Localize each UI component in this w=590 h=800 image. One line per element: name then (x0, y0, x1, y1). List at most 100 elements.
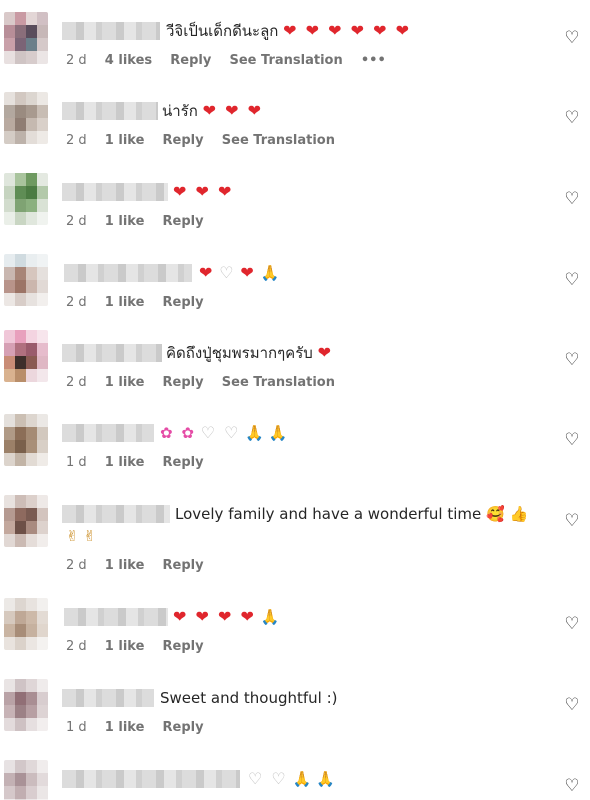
avatar[interactable] (4, 679, 48, 731)
comment-item: ❤ ❤ ❤ ❤ 🙏 2 d 1 like Reply ♡ (0, 598, 590, 668)
comment-time: 2 d (66, 53, 87, 68)
heart-emoji: ❤ (240, 263, 256, 282)
heart-outline-icon[interactable]: ♡ (564, 272, 580, 289)
comment-text-row: ♡ ♡ 🙏 🙏 (248, 768, 335, 790)
comment-item: Lovely family and have a wonderful time … (0, 495, 590, 585)
comment-item: วีจิเป็นเด็กดีนะลูก ❤ ❤ ❤ ❤ ❤ ❤ 2 d 4 li… (0, 12, 590, 82)
likes-count[interactable]: 1 like (105, 558, 145, 573)
comment-item: ❤ ♡ ❤ 🙏 2 d 1 like Reply ♡ (0, 254, 590, 324)
see-translation-button[interactable]: See Translation (222, 375, 335, 390)
heart-outline-icon[interactable]: ♡ (564, 352, 580, 369)
avatar[interactable] (4, 414, 48, 466)
likes-count[interactable]: 1 like (105, 639, 145, 654)
comment-text-row: ✿ ✿ ♡ ♡ 🙏 🙏 (160, 422, 287, 444)
username-blurred[interactable] (62, 689, 154, 707)
comment-item: คิดถึงปู่ชุมพรมากๆครับ ❤ 2 d 1 like Repl… (0, 330, 590, 404)
comment-meta: 2 d 4 likes Reply See Translation ••• (66, 53, 400, 68)
comment-text-row: ❤ ♡ ❤ 🙏 (199, 262, 279, 284)
avatar[interactable] (4, 173, 48, 225)
comment-meta: 2 d 1 like Reply (66, 214, 218, 229)
see-translation-button[interactable]: See Translation (230, 53, 343, 68)
heart-outline-icon[interactable]: ♡ (564, 616, 580, 633)
username-blurred[interactable] (62, 22, 160, 40)
heart-outline-icon[interactable]: ♡ (564, 778, 580, 795)
white-heart-emoji: ♡ ♡ (200, 423, 241, 442)
username-blurred[interactable] (62, 770, 240, 788)
heart-emoji: ❤ ❤ ❤ (173, 182, 234, 201)
likes-count[interactable]: 1 like (105, 455, 145, 470)
praying-hands-emoji: 🙏 (260, 264, 280, 282)
comment-time: 2 d (66, 133, 87, 148)
comment-time: 1 d (66, 720, 87, 735)
comment-meta: 2 d 1 like Reply See Translation (66, 133, 349, 148)
comment-text: น่ารัก (162, 102, 198, 120)
heart-emoji: ❤ ❤ ❤ (202, 101, 263, 120)
victory-hand-emoji: ✌ ✌ (66, 527, 96, 545)
likes-count[interactable]: 1 like (105, 214, 145, 229)
heart-outline-icon[interactable]: ♡ (564, 191, 580, 208)
username-blurred[interactable] (62, 424, 154, 442)
avatar[interactable] (4, 12, 48, 64)
username-blurred[interactable] (62, 505, 170, 523)
more-options-icon[interactable]: ••• (361, 53, 386, 68)
see-translation-button[interactable]: See Translation (222, 133, 335, 148)
username-blurred[interactable] (64, 608, 168, 626)
comment-text: คิดถึงปู่ชุมพรมากๆครับ (166, 344, 313, 362)
comment-item: Sweet and thoughtful :) 1 d 1 like Reply… (0, 679, 590, 749)
white-heart-emoji: ♡ ♡ (248, 769, 288, 788)
comment-text-row: คิดถึงปู่ชุมพรมากๆครับ ❤ (166, 342, 333, 364)
reply-button[interactable]: Reply (163, 295, 204, 310)
likes-count[interactable]: 1 like (105, 720, 145, 735)
likes-count[interactable]: 1 like (105, 133, 145, 148)
comment-text-row: Lovely family and have a wonderful time … (175, 503, 528, 525)
comment-meta: 2 d 1 like Reply (66, 558, 218, 573)
comment-time: 1 d (66, 455, 87, 470)
reply-button[interactable]: Reply (170, 53, 211, 68)
username-blurred[interactable] (64, 264, 192, 282)
comment-time: 2 d (66, 295, 87, 310)
praying-hands-emoji: 🙏 🙏 (292, 770, 335, 788)
comment-item: ❤ ❤ ❤ 2 d 1 like Reply ♡ (0, 173, 590, 243)
avatar[interactable] (4, 330, 48, 382)
reply-button[interactable]: Reply (163, 639, 204, 654)
reply-button[interactable]: Reply (163, 720, 204, 735)
flower-emoji: ✿ ✿ (160, 424, 196, 442)
heart-emoji: ❤ (317, 343, 333, 362)
comment-meta: 2 d 1 like Reply (66, 295, 218, 310)
comment-text-row: น่ารัก ❤ ❤ ❤ (162, 100, 263, 122)
reply-button[interactable]: Reply (163, 133, 204, 148)
heart-outline-icon[interactable]: ♡ (564, 30, 580, 47)
heart-emoji: ❤ ❤ ❤ ❤ ❤ ❤ (283, 21, 412, 40)
avatar[interactable] (4, 760, 48, 800)
avatar[interactable] (4, 598, 48, 650)
avatar[interactable] (4, 92, 48, 144)
username-blurred[interactable] (62, 344, 162, 362)
heart-outline-icon[interactable]: ♡ (564, 697, 580, 714)
comment-meta: 1 d 1 like Reply (66, 455, 218, 470)
comment-time: 2 d (66, 558, 87, 573)
heart-outline-icon[interactable]: ♡ (564, 110, 580, 127)
comment-text-row-2: ✌ ✌ (66, 525, 96, 547)
heart-emoji: ❤ (199, 263, 215, 282)
username-blurred[interactable] (62, 102, 158, 120)
heart-outline-icon[interactable]: ♡ (564, 513, 580, 530)
likes-count[interactable]: 1 like (105, 375, 145, 390)
username-blurred[interactable] (62, 183, 168, 201)
reply-button[interactable]: Reply (163, 375, 204, 390)
avatar[interactable] (4, 254, 48, 306)
heart-outline-icon[interactable]: ♡ (564, 432, 580, 449)
comment-text-row: ❤ ❤ ❤ (173, 181, 233, 203)
smiling-hearts-thumbs-emoji: 🥰 👍 (486, 505, 529, 523)
likes-count[interactable]: 4 likes (105, 53, 152, 68)
likes-count[interactable]: 1 like (105, 295, 145, 310)
heart-emoji: ❤ ❤ ❤ ❤ (173, 607, 256, 626)
praying-hands-emoji: 🙏 🙏 (245, 424, 288, 442)
reply-button[interactable]: Reply (163, 558, 204, 573)
comment-text: วีจิเป็นเด็กดีนะลูก (166, 22, 279, 40)
praying-hands-emoji: 🙏 (260, 608, 280, 626)
reply-button[interactable]: Reply (163, 214, 204, 229)
reply-button[interactable]: Reply (163, 455, 204, 470)
comment-text: Sweet and thoughtful :) (160, 689, 338, 707)
avatar[interactable] (4, 495, 48, 547)
comment-text-row: ❤ ❤ ❤ ❤ 🙏 (173, 606, 279, 628)
